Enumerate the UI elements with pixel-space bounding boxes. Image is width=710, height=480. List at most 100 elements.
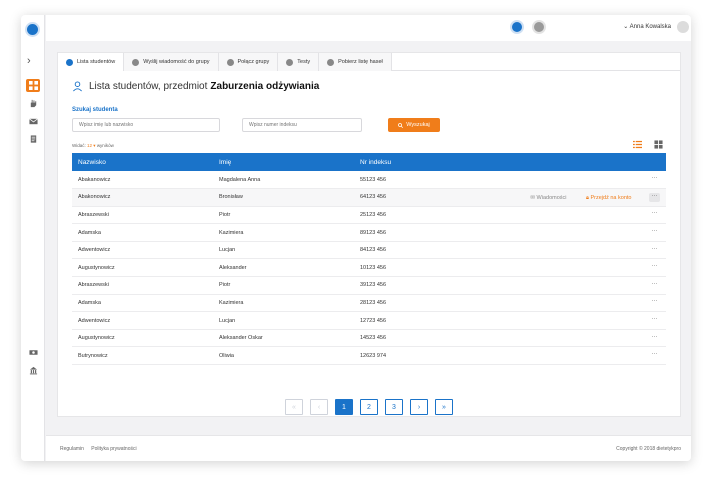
cell-last-name: Abakanowicz	[72, 171, 213, 190]
name-search-input[interactable]	[72, 118, 220, 132]
tab-download-passwords[interactable]: Pobierz listę haseł	[319, 53, 392, 71]
grid-view-button[interactable]	[652, 138, 664, 150]
list-view-button[interactable]	[631, 138, 643, 150]
table-row[interactable]: Adamska Kazimiera 28123 456 ···	[72, 294, 666, 313]
dashboard-icon	[28, 81, 38, 90]
building-icon	[29, 366, 37, 375]
row-actions: ···	[494, 171, 666, 190]
cell-index: 12623 974	[354, 346, 494, 366]
tab-bar: Lista studentów Wyślij wiadomość do grup…	[58, 53, 680, 71]
user-name: Anna Kowalska	[629, 24, 671, 30]
money-icon	[28, 350, 38, 355]
students-table: Nazwisko Imię Nr indeksu Abakanowicz Mag…	[72, 153, 666, 366]
tab-tests[interactable]: Testy	[278, 53, 320, 71]
last-page-button[interactable]: »	[435, 399, 453, 415]
sidebar-item-documents[interactable]	[26, 133, 40, 146]
first-page-button[interactable]: «	[285, 399, 303, 415]
row-actions: ···	[494, 311, 666, 330]
table-row[interactable]: Augustynowicz Aleksander 10123 456 ···	[72, 258, 666, 278]
cell-first-name: Piotr	[213, 276, 354, 295]
cell-first-name: Aleksander	[213, 258, 354, 278]
table-row[interactable]: Abakanowicz Magdalena Anna 55123 456 ···	[72, 171, 666, 190]
sidebar-item-finance[interactable]	[26, 346, 40, 359]
more-options-icon[interactable]: ···	[649, 228, 660, 237]
results-suffix: wyników	[96, 143, 114, 148]
cell-first-name: Kazimiera	[213, 223, 354, 242]
tab-student-list[interactable]: Lista studentów	[58, 53, 125, 71]
cell-last-name: Adamska	[72, 294, 213, 313]
header-index-number[interactable]: Nr indeksu	[354, 153, 494, 171]
go-to-account-link[interactable]: 🔒︎ Przejdź na konto	[586, 195, 631, 201]
avatar[interactable]	[677, 21, 689, 33]
table-row[interactable]: Adwentowicz Lucjan 84123 456 ···	[72, 241, 666, 260]
more-options-icon[interactable]: ···	[649, 351, 660, 360]
privacy-policy-link[interactable]: Polityka prywatności	[91, 446, 136, 452]
page-3-button[interactable]: 3	[385, 399, 403, 415]
cell-index: 25123 456	[354, 206, 494, 225]
tab-label: Testy	[297, 59, 311, 65]
sidebar-item-institution[interactable]	[26, 364, 40, 377]
sidebar-item-dashboard[interactable]	[26, 79, 40, 92]
next-page-button[interactable]: ›	[410, 399, 428, 415]
page-2-button[interactable]: 2	[360, 399, 378, 415]
prev-page-button[interactable]: ‹	[310, 399, 328, 415]
sidebar-item-hand[interactable]	[26, 97, 40, 110]
more-options-icon[interactable]: ···	[649, 281, 660, 290]
app-logo[interactable]	[25, 22, 40, 37]
cell-index: 84123 456	[354, 241, 494, 260]
tab-label: Lista studentów	[77, 59, 116, 65]
terms-link[interactable]: Regulamin	[60, 446, 84, 452]
more-options-icon[interactable]: ···	[649, 263, 660, 272]
messages-link[interactable]: ✉ Wiadomości	[530, 195, 566, 201]
grid-view-icon	[653, 139, 663, 149]
header-last-name[interactable]: Nazwisko	[72, 153, 213, 171]
cell-last-name: Butrynowicz	[72, 346, 213, 366]
tab-merge-groups[interactable]: Połącz grupy	[218, 53, 279, 71]
cell-last-name: Abakonowicz	[72, 188, 213, 207]
cell-last-name: Augustynowicz	[72, 329, 213, 348]
table-row[interactable]: Abraszewski Piotr 25123 456 ···	[72, 206, 666, 225]
row-actions: ···	[494, 206, 666, 225]
sidebar: ›	[21, 15, 45, 461]
more-options-icon[interactable]: ···	[649, 246, 660, 255]
more-options-icon[interactable]: ···	[649, 175, 660, 184]
document-icon	[30, 135, 36, 143]
more-options-icon[interactable]: ···	[649, 210, 660, 219]
sidebar-item-mail[interactable]	[26, 115, 40, 128]
tab-label: Połącz grupy	[237, 59, 270, 65]
cell-index: 89123 456	[354, 223, 494, 242]
cell-last-name: Adwentowicz	[72, 241, 213, 260]
top-bar: ⌄ Anna Kowalska	[46, 15, 691, 41]
cell-last-name: Adwentowicz	[72, 311, 213, 330]
search-icon	[398, 122, 404, 128]
more-options-icon[interactable]: ···	[649, 334, 660, 343]
cell-first-name: Aleksander Oskar	[213, 329, 354, 348]
search-button[interactable]: Wyszukaj	[388, 118, 440, 132]
cell-index: 14523 456	[354, 329, 494, 348]
table-row[interactable]: Butrynowicz Oliwia 12623 974 ···	[72, 346, 666, 366]
row-actions: ···	[494, 294, 666, 313]
tab-label: Wyślij wiadomość do grupy	[143, 59, 210, 65]
secondary-app-icon[interactable]	[532, 20, 546, 34]
row-actions: ···	[494, 258, 666, 278]
sidebar-toggle-icon[interactable]: ›	[27, 55, 31, 67]
index-search-input[interactable]	[242, 118, 362, 132]
table-row[interactable]: Adwentowicz Lucjan 12723 456 ···	[72, 311, 666, 330]
page-1-button[interactable]: 1	[335, 399, 353, 415]
message-icon	[132, 58, 140, 66]
page-title: Lista studentów, przedmiot Zaburzenia od…	[72, 81, 319, 92]
user-menu[interactable]: ⌄ Anna Kowalska	[623, 23, 671, 30]
more-options-icon[interactable]: ···	[649, 192, 660, 202]
tab-send-group-message[interactable]: Wyślij wiadomość do grupy	[124, 53, 219, 71]
app-window: › ⌄ Anna Kowalska Lista studentów Wyślij…	[21, 15, 691, 461]
table-row[interactable]: Adamska Kazimiera 89123 456 ···	[72, 223, 666, 242]
cell-last-name: Augustynowicz	[72, 258, 213, 278]
more-options-icon[interactable]: ···	[649, 298, 660, 307]
table-row[interactable]: Abakonowicz Bronisław 64123 456 ✉ Wiadom…	[72, 188, 666, 207]
table-row[interactable]: Augustynowicz Aleksander Oskar 14523 456…	[72, 329, 666, 348]
header-first-name[interactable]: Imię	[213, 153, 354, 171]
table-row[interactable]: Abraszewski Piotr 39123 456 ···	[72, 276, 666, 295]
page-size-select[interactable]: 12 ▾	[87, 143, 96, 148]
app-switch-icon[interactable]	[510, 20, 524, 34]
more-options-icon[interactable]: ···	[649, 316, 660, 325]
